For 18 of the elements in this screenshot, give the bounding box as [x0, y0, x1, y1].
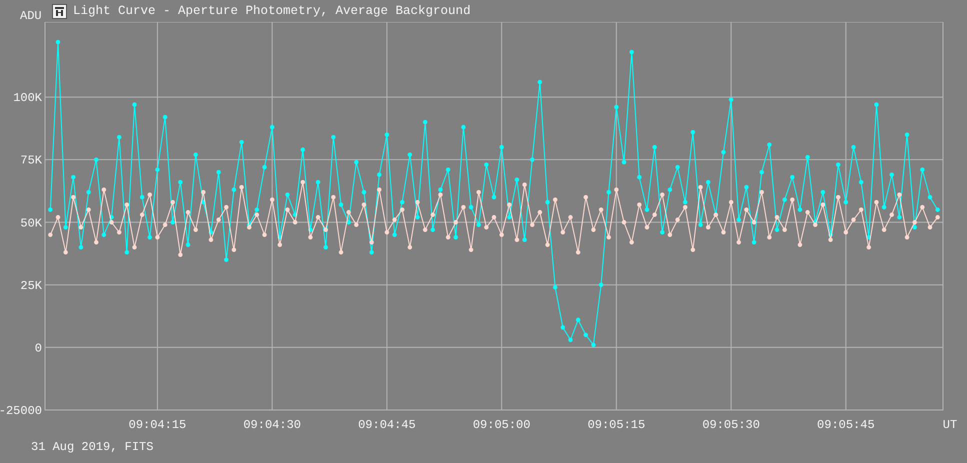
x-tick-label: 09:05:15	[588, 418, 646, 432]
y-tick-label: 0	[34, 341, 42, 356]
x-tick-label: 09:05:30	[702, 418, 760, 432]
x-tick-label: 09:04:15	[128, 418, 186, 432]
y-tick-label: 75K	[20, 154, 42, 168]
y-tick-label: 25K	[20, 278, 42, 293]
y-tick-label: 50K	[20, 216, 42, 230]
x-tick-label: 09:05:45	[817, 418, 875, 432]
window-title: Light Curve - Aperture Photometry, Average Background	[73, 3, 471, 18]
y-axis-label: ADU	[19, 8, 43, 23]
y-tick-label: -25000	[0, 404, 42, 418]
date-caption: 31 Aug 2019, FITS	[31, 440, 154, 454]
x-tick-label: 09:05:00	[472, 418, 530, 432]
y-tick-label: 100K	[13, 91, 42, 106]
app-icon	[52, 4, 67, 19]
x-axis-label: UT	[942, 418, 958, 432]
x-tick-label: 09:04:30	[243, 418, 301, 432]
x-tick-label: 09:04:45	[358, 418, 416, 432]
